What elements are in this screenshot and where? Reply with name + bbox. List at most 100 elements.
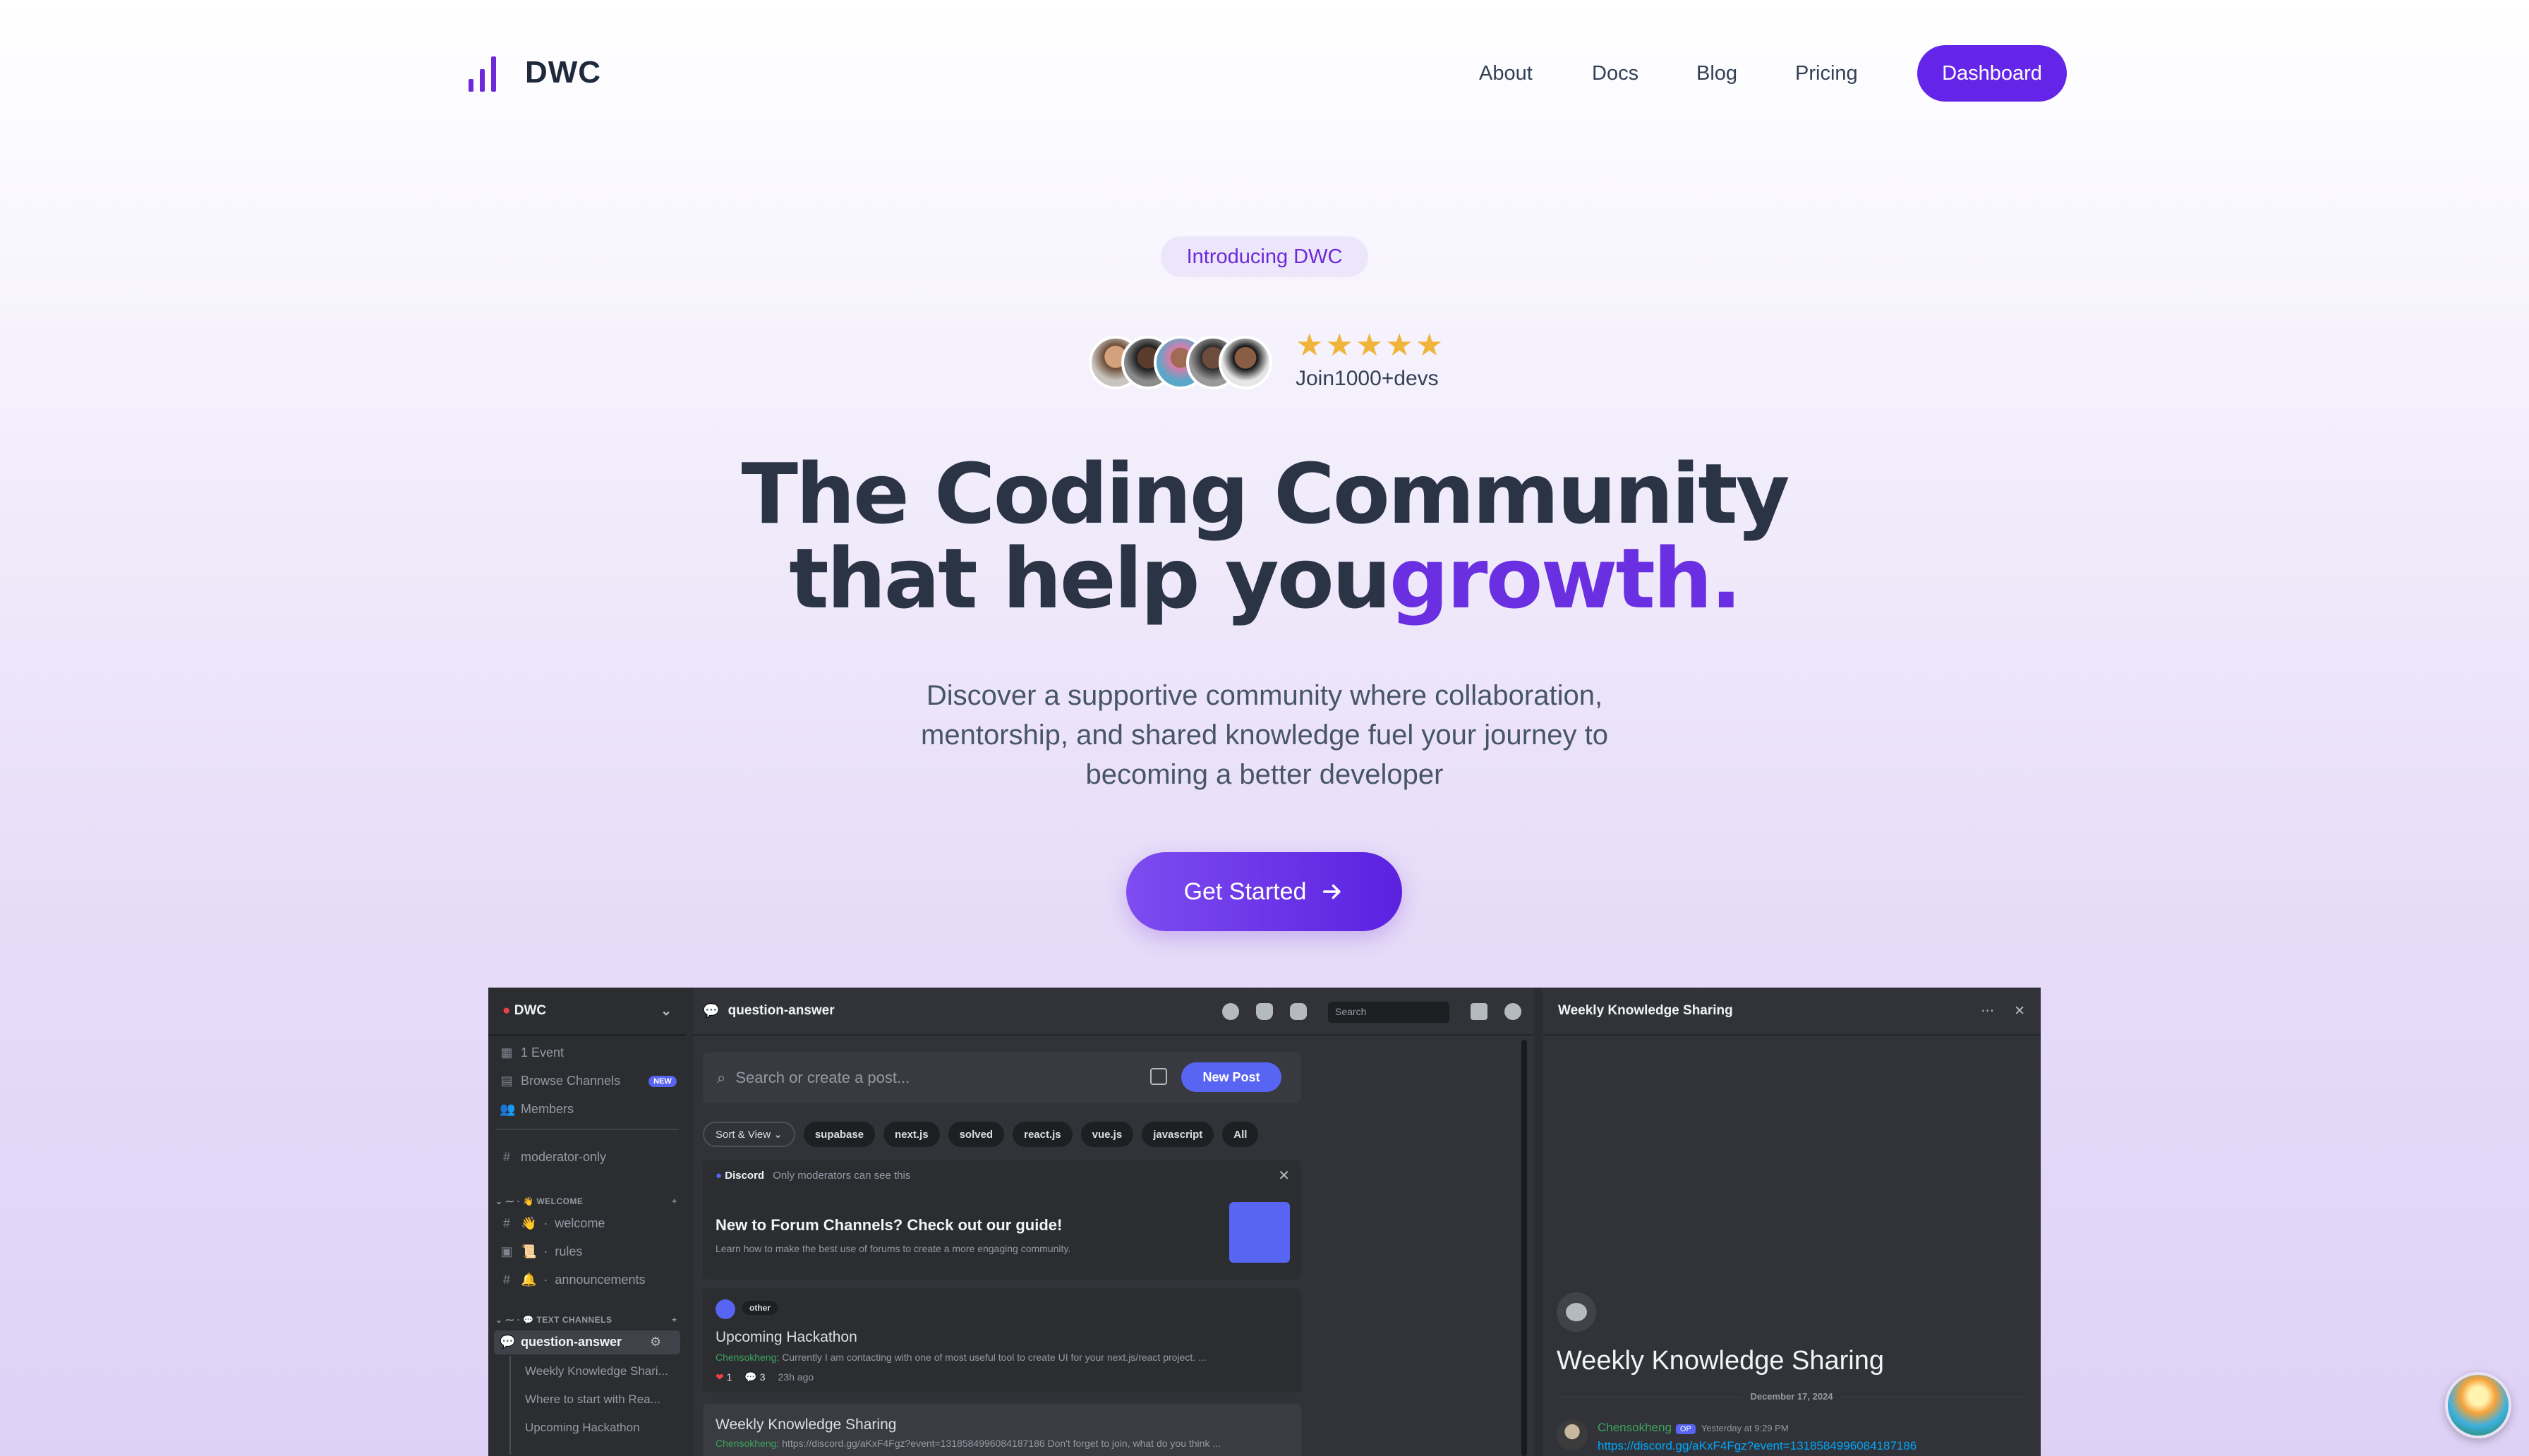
thread-item[interactable]: Upcoming Hackathon	[525, 1421, 640, 1435]
hero-title-accent: growth.	[1389, 530, 1742, 627]
hash-icon: #	[502, 1273, 510, 1287]
members-icon[interactable]	[1290, 1003, 1307, 1020]
sidebar-item-members[interactable]: 👥 Members	[500, 1102, 574, 1117]
post-search-input[interactable]: ⌕ Search or create a post... New Post	[703, 1052, 1301, 1103]
reaction-value: 1	[726, 1371, 732, 1383]
guide-desc: Learn how to make the best use of forums…	[716, 1243, 1071, 1254]
settings-icon[interactable]: ⚙	[650, 1335, 661, 1349]
post-tag: other	[742, 1301, 778, 1315]
inbox-icon[interactable]	[1471, 1003, 1487, 1020]
channel-welcome[interactable]: # 👋 · welcome	[500, 1216, 605, 1231]
message-link[interactable]: https://discord.gg/aKxF4Fgz?event=131858…	[1598, 1439, 1917, 1453]
app-preview: ● DWC ⌄ ▦ 1 Event ▤ Browse Channels NEW 👥 Me…	[488, 988, 2041, 1456]
pin-icon	[716, 1299, 735, 1319]
nav-pricing[interactable]: Pricing	[1795, 62, 1858, 85]
floating-avatar-button[interactable]	[2445, 1372, 2511, 1438]
new-post-button[interactable]: New Post	[1181, 1062, 1281, 1092]
tag-nextjs[interactable]: next.js	[883, 1122, 940, 1147]
guide-notice: Only moderators can see this	[773, 1170, 911, 1182]
help-icon[interactable]	[1504, 1003, 1521, 1020]
guide-source: ● Discord Only moderators can see this	[716, 1170, 910, 1182]
post-card[interactable]: other Upcoming Hackathon Chensokheng: Cu…	[703, 1288, 1301, 1393]
thread-header-title: Weekly Knowledge Sharing	[1558, 1003, 1733, 1018]
message-author: Chensokheng OP Yesterday at 9:29 PM	[1598, 1421, 1789, 1435]
channel-question-answer[interactable]: 💬 question-answer ⚙	[500, 1335, 661, 1349]
reaction-count[interactable]: ❤ 1	[716, 1371, 732, 1383]
date-divider: December 17, 2024	[1557, 1391, 2027, 1410]
post-title: Weekly Knowledge Sharing	[716, 1416, 897, 1433]
brand-name[interactable]: DWC	[525, 55, 601, 90]
channel-title: question-answer	[728, 1003, 835, 1018]
category-text[interactable]: ⌄ ⁓ · 💬 TEXT CHANNELS +	[495, 1315, 677, 1325]
forum-icon: 💬	[703, 1004, 720, 1019]
nav-docs[interactable]: Docs	[1592, 62, 1638, 85]
thread-header: Weekly Knowledge Sharing ⋯ ✕	[1543, 988, 2041, 1036]
avatar[interactable]	[1557, 1419, 1588, 1450]
tag-javascript[interactable]: javascript	[1142, 1122, 1214, 1147]
heart-icon: ❤	[716, 1371, 724, 1383]
chevron-down-icon: ⌄	[660, 1003, 672, 1019]
close-icon[interactable]: ✕	[1278, 1167, 1290, 1184]
thread-title: Weekly Knowledge Sharing	[1557, 1346, 1885, 1376]
avatar	[1219, 336, 1272, 389]
post-author: Chensokheng	[716, 1352, 777, 1363]
thread-icon	[1557, 1292, 1596, 1332]
reply-value: 3	[759, 1371, 766, 1383]
tag-filter-bar: Sort & View ⌄ supabase next.js solved re…	[703, 1122, 1259, 1147]
get-started-button[interactable]: Get Started	[1126, 852, 1402, 931]
forum-icon: 💬	[500, 1335, 516, 1349]
tag-reactjs[interactable]: react.js	[1013, 1122, 1073, 1147]
star-icon: ★	[1415, 327, 1444, 363]
post-card[interactable]: Weekly Knowledge Sharing Chensokheng: ht…	[703, 1404, 1301, 1456]
op-badge: OP	[1675, 1424, 1696, 1434]
search-icon: ⌕	[717, 1069, 726, 1086]
logo-icon[interactable]	[469, 56, 496, 92]
thread-panel: Weekly Knowledge Sharing ⋯ ✕ Weekly Know…	[1543, 988, 2041, 1456]
guide-card[interactable]: ● Discord Only moderators can see this ✕…	[703, 1160, 1301, 1280]
sidebar-item-label: 1 Event	[521, 1045, 565, 1060]
sort-view-button[interactable]: Sort & View ⌄	[703, 1122, 795, 1147]
nav-about[interactable]: About	[1479, 62, 1533, 85]
channel-moderator[interactable]: # moderator-only	[500, 1150, 606, 1165]
tag-vuejs[interactable]: vue.js	[1080, 1122, 1134, 1147]
nav-blog[interactable]: Blog	[1696, 62, 1737, 85]
tag-supabase[interactable]: supabase	[803, 1122, 876, 1147]
date-label: December 17, 2024	[1743, 1391, 1840, 1402]
channel-label: rules	[555, 1244, 583, 1258]
sidebar-item-event[interactable]: ▦ 1 Event	[500, 1045, 564, 1060]
author-name[interactable]: Chensokheng	[1598, 1421, 1672, 1434]
thread-line	[509, 1356, 511, 1455]
channel-label: moderator-only	[521, 1150, 607, 1164]
rating-stars: ★ ★ ★ ★ ★	[1296, 330, 1443, 361]
dashboard-button[interactable]: Dashboard	[1917, 45, 2067, 102]
bell-icon[interactable]	[1256, 1003, 1273, 1020]
join-text: Join1000+devs	[1296, 367, 1439, 390]
rules-icon: ▣	[500, 1244, 513, 1258]
tag-solved[interactable]: solved	[948, 1122, 1005, 1147]
message-time: Yesterday at 9:29 PM	[1701, 1423, 1789, 1433]
sidebar-item-browse[interactable]: ▤ Browse Channels NEW	[500, 1074, 677, 1088]
thread-item[interactable]: Weekly Knowledge Shari...	[525, 1364, 668, 1378]
new-post-label: New Post	[1202, 1069, 1260, 1084]
divider	[495, 1129, 679, 1130]
hash-icon: #	[502, 1216, 510, 1230]
close-icon[interactable]: ✕	[2014, 1003, 2025, 1019]
hero-title-line2: that help yougrowth.	[0, 536, 2529, 621]
more-icon[interactable]: ⋯	[1981, 1003, 1994, 1019]
scrollbar[interactable]	[1521, 1040, 1527, 1456]
checklist-icon[interactable]	[1150, 1068, 1167, 1085]
channel-announcements[interactable]: # 🔔 · announcements	[500, 1273, 646, 1287]
server-header[interactable]: ● DWC ⌄	[488, 988, 686, 1036]
server-sidebar: ● DWC ⌄ ▦ 1 Event ▤ Browse Channels NEW 👥 Me…	[488, 988, 686, 1456]
tag-all[interactable]: All	[1222, 1122, 1259, 1147]
category-welcome[interactable]: ⌄ ⁓ · 👋 WELCOME +	[495, 1196, 677, 1206]
members-icon: 👥	[500, 1102, 516, 1116]
hero-title-line1: The Coding Community	[741, 445, 1789, 542]
search-input[interactable]: Search	[1328, 1002, 1449, 1023]
channel-rules[interactable]: ▣ 📜 · rules	[500, 1244, 582, 1259]
info-icon[interactable]	[1222, 1003, 1239, 1020]
browse-icon: ▤	[500, 1074, 513, 1088]
thread-item[interactable]: Where to start with Rea...	[525, 1393, 660, 1407]
post-title: Upcoming Hackathon	[716, 1329, 857, 1345]
star-icon: ★	[1296, 327, 1324, 363]
